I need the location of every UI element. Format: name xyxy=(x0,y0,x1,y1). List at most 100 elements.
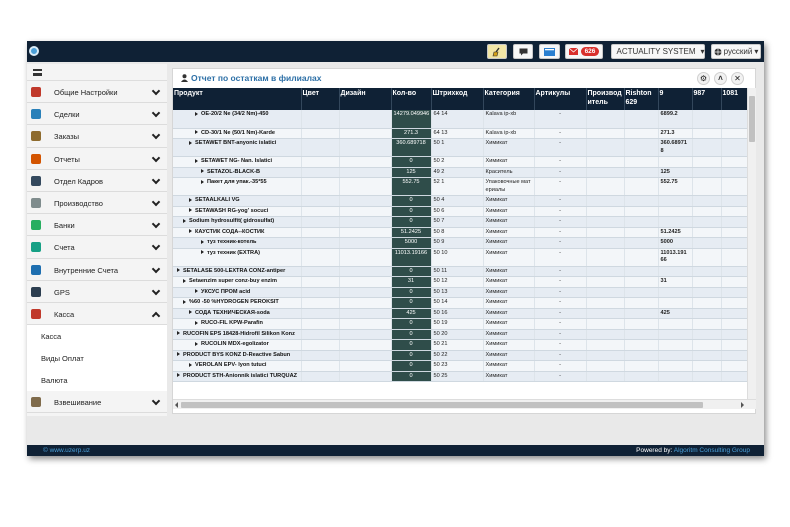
column-header[interactable]: Категория xyxy=(483,88,535,110)
table-row[interactable]: PRODUCT STH-Anionnik islatici TURQUAZ 0 50… xyxy=(173,371,747,382)
sidebar-item-label: Отдел Кадров xyxy=(54,176,104,186)
broom-icon[interactable] xyxy=(487,44,507,59)
table-row[interactable]: Setaenzim super conz-buy enzim 31 50 12 Хим… xyxy=(173,276,747,288)
caret-right-icon[interactable] xyxy=(177,352,180,357)
sidebar-item[interactable]: Взвешивание xyxy=(27,391,167,414)
table-row[interactable]: SETALASE 500-LEXTRA CONZ-antiper 0 50 11 Хи… xyxy=(173,266,747,277)
sidebar-item[interactable]: Заказы xyxy=(27,125,167,148)
message-icon[interactable] xyxy=(539,44,560,59)
table-row[interactable]: %60 -50 %HYDROGEN PEROKSIT 0 50 14 Химикат - xyxy=(173,297,747,309)
sidebar-item[interactable]: GPS xyxy=(27,280,167,303)
panel-settings-button[interactable]: ⚙ xyxy=(697,72,710,85)
sidebar-item[interactable]: Счета xyxy=(27,236,167,259)
horizontal-scrollbar[interactable] xyxy=(173,399,756,409)
column-header[interactable]: Цвет xyxy=(301,88,340,110)
caret-right-icon[interactable] xyxy=(189,197,192,202)
table-row[interactable]: OE-20/2 Ne (34/2 Nm)-450 14279.049946 64 1… xyxy=(173,110,747,129)
table-row[interactable]: SETAWET BNT-anyonic islatici 360.689718 50… xyxy=(173,138,747,157)
table-row[interactable]: СОДА ТЕХНИЧЕСКАЯ-soda 425 50 16 Химикат - 425 xyxy=(173,308,747,319)
caret-right-icon[interactable] xyxy=(189,140,192,145)
barcode-cell-text: 50 23 xyxy=(433,362,448,368)
table-row[interactable]: КАУСТИК СОДА--КОСТИК 51.2425 50 8 Химикат - 5… xyxy=(173,227,747,238)
column-header[interactable]: Производ итель xyxy=(586,88,625,110)
column-header[interactable]: 9 xyxy=(658,88,693,110)
sidebar-item[interactable]: Общие Настройки xyxy=(27,81,167,104)
horizontal-scroll-thumb[interactable] xyxy=(181,402,703,408)
caret-right-icon[interactable] xyxy=(201,169,204,174)
manufacturer-cell xyxy=(586,287,625,298)
sidebar-item[interactable]: Отчеты xyxy=(27,147,167,170)
chat-icon[interactable] xyxy=(513,44,533,59)
caret-right-icon[interactable] xyxy=(195,111,198,116)
table-row[interactable]: CD-30/1 Ne (50/1 Nm)-Karde 271.3 64 13 Kala… xyxy=(173,128,747,139)
column-header[interactable]: Артикулы xyxy=(534,88,587,110)
table-row[interactable]: туз техник (EXTRA) 11013.19166 50 10 Химика… xyxy=(173,248,747,267)
mail-button[interactable]: 626 xyxy=(565,44,603,59)
sidebar-subitem[interactable]: Касса xyxy=(27,325,167,348)
table-row[interactable]: RUCO-FIL KPW-Parafin 0 50 19 Химикат - xyxy=(173,318,747,330)
sidebar-subitem[interactable]: Виды Оплат xyxy=(27,347,167,370)
manufacturer-cell xyxy=(586,138,625,157)
caret-right-icon[interactable] xyxy=(201,239,204,244)
table-row[interactable]: RUCOLIN MDX-egolizator 0 50 21 Химикат - xyxy=(173,339,747,351)
table-row[interactable]: RUCOFIN EPS 18428-Hidrofil Silikon Konz 0… xyxy=(173,329,747,340)
panel-collapse-button[interactable]: ˄ xyxy=(714,72,727,85)
vertical-scroll-thumb[interactable] xyxy=(749,96,755,142)
vertical-scrollbar[interactable] xyxy=(747,88,756,399)
column-header[interactable]: Кол-во xyxy=(391,88,432,110)
caret-right-icon[interactable] xyxy=(189,362,192,367)
table-row[interactable]: Пакет для упак.-35*55 552.75 52 1 Упаковочн… xyxy=(173,177,747,196)
sidebar-item[interactable]: Внутренние Счета xyxy=(27,258,167,281)
panel-close-button[interactable]: ✕ xyxy=(731,72,744,85)
caret-right-icon[interactable] xyxy=(195,320,198,325)
sidebar-subitem[interactable]: Валюта xyxy=(27,369,167,392)
barcode-cell-text: 50 7 xyxy=(433,218,445,224)
table-row[interactable]: PRODUCT BYS KONZ D-Reactive Sabun 0 50 22 Х… xyxy=(173,350,747,361)
caret-right-icon[interactable] xyxy=(189,208,192,213)
table-row[interactable]: УКСУС ПРОМ acid 0 50 13 Химикат - xyxy=(173,287,747,298)
sidebar-toggle[interactable] xyxy=(27,64,167,81)
caret-right-icon[interactable] xyxy=(183,278,186,283)
caret-right-icon[interactable] xyxy=(195,158,198,163)
caret-right-icon[interactable] xyxy=(201,250,204,255)
sidebar-item[interactable]: Сделки xyxy=(27,103,167,126)
article-cell-text: - xyxy=(559,341,561,347)
column-header[interactable]: Дизайн xyxy=(339,88,392,110)
barcode-cell-text: 50 2 xyxy=(433,158,445,164)
scroll-right-icon[interactable] xyxy=(741,402,744,408)
footer-site-link[interactable]: © www.uzerp.uz xyxy=(43,447,90,454)
caret-right-icon[interactable] xyxy=(195,341,198,346)
sidebar-item[interactable]: Производство xyxy=(27,191,167,215)
caret-right-icon[interactable] xyxy=(189,310,192,315)
sidebar-item[interactable]: Банки xyxy=(27,214,167,237)
column-header[interactable]: Продукт xyxy=(173,88,302,110)
column-header[interactable]: Rishton 629 xyxy=(624,88,659,110)
caret-right-icon[interactable] xyxy=(189,229,192,234)
table-row[interactable]: Sodium hydrosulfit( gidrosulfat) 0 50 7 Хим… xyxy=(173,216,747,228)
caret-right-icon[interactable] xyxy=(183,299,186,304)
table-row[interactable]: туз техник-котель 5000 50 9 Химикат - 5000 xyxy=(173,237,747,249)
language-menu-button[interactable]: русский ▾ xyxy=(711,44,761,59)
table-row[interactable]: SETAWET NG- Nan. Islatici 0 50 2 Химикат - xyxy=(173,156,747,168)
column-header[interactable]: Штрихкод xyxy=(431,88,484,110)
scroll-left-icon[interactable] xyxy=(175,402,178,408)
sidebar-item[interactable]: Касса xyxy=(27,302,167,326)
column-header[interactable]: 1081 xyxy=(721,88,747,110)
table-row[interactable]: SETAZOL-BLACK-B 125 49 2 Краситель - 125 xyxy=(173,167,747,178)
app-logo-icon[interactable] xyxy=(29,46,39,56)
caret-right-icon[interactable] xyxy=(177,373,180,378)
table-row[interactable]: SETAALKALI VG 0 50 4 Химикат - xyxy=(173,195,747,207)
sidebar-item[interactable]: Отдел Кадров xyxy=(27,169,167,192)
table-row[interactable]: VEROLAN EPV- lyon tutuci 0 50 23 Химикат - xyxy=(173,360,747,372)
column-header[interactable]: 987 xyxy=(692,88,722,110)
user-menu-button[interactable]: ACTUALITY SYSTEM ▾ xyxy=(611,44,705,59)
caret-right-icon[interactable] xyxy=(177,331,180,336)
caret-right-icon[interactable] xyxy=(183,218,186,223)
caret-right-icon[interactable] xyxy=(195,130,198,135)
caret-right-icon[interactable] xyxy=(195,289,198,294)
powered-by-company-link[interactable]: Algoritm Consulting Group xyxy=(674,447,750,454)
caret-right-icon[interactable] xyxy=(177,268,180,273)
branch-1081-cell xyxy=(721,128,747,139)
table-row[interactable]: SETAWASH RG-yog' socuci 0 50 6 Химикат - xyxy=(173,206,747,217)
caret-right-icon[interactable] xyxy=(201,179,204,184)
